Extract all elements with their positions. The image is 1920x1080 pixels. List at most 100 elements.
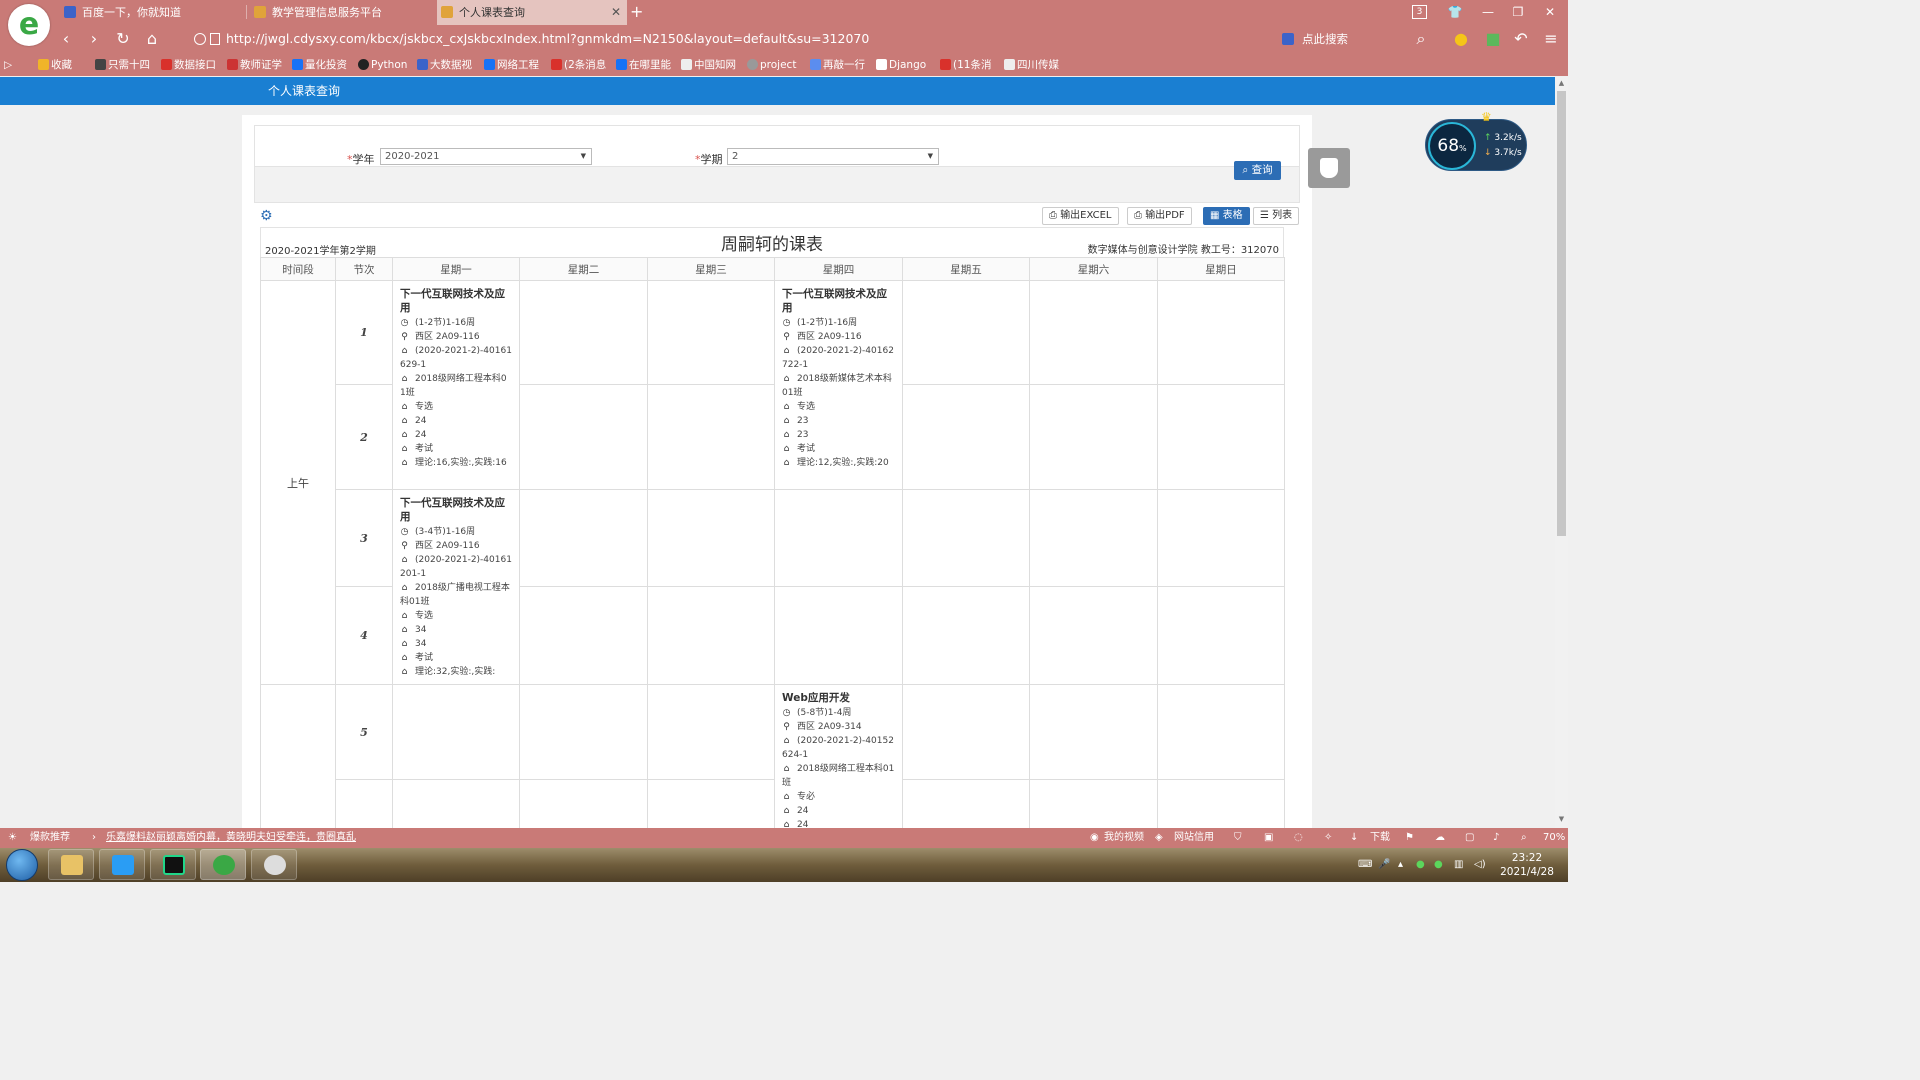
bookmark-item[interactable]: Python — [358, 54, 407, 76]
tray-app-icon[interactable]: ● — [1416, 848, 1425, 882]
bookmark-item[interactable]: 大数据视 — [417, 54, 472, 76]
term-select[interactable]: 2 ▼ — [727, 148, 939, 165]
export-pdf-button[interactable]: ⎙ 输出PDF — [1127, 207, 1192, 225]
course-count: ⌂ 24 — [782, 804, 895, 818]
year-select[interactable]: 2020-2021 ▼ — [380, 148, 592, 165]
download-button[interactable]: 下载 — [1370, 828, 1390, 848]
pycharm-icon — [163, 855, 185, 875]
keyboard-icon[interactable]: ⌨ — [1358, 848, 1372, 882]
apps-icon[interactable]: ■ — [1482, 28, 1504, 50]
start-button[interactable] — [6, 849, 38, 881]
bookmark-item[interactable]: 在哪里能 — [616, 54, 671, 76]
restore-icon[interactable]: ❐ — [1503, 0, 1533, 25]
bookmark-item[interactable]: 教师证学 — [227, 54, 282, 76]
course-cell-thu-1-2[interactable]: 下一代互联网技术及应用 ◷ (1-2节)1-16周 ⚲ 西区 2A09-116 ⌂(… — [774, 280, 903, 490]
course-type-text: 专选 — [797, 402, 816, 412]
course-cell-mon-1-2[interactable]: 下一代互联网技术及应用 ◷ (1-2节)1-16周 ⚲ 西区 2A09-116 ⌂(… — [392, 280, 520, 490]
bookmark-favorites[interactable]: 收藏 — [38, 54, 72, 76]
tab-count-badge[interactable]: 3 — [1412, 5, 1427, 19]
search-icon[interactable]: ⌕ — [1410, 28, 1432, 50]
flag-icon[interactable]: ⚑ — [1405, 828, 1414, 848]
news-ticker-link[interactable]: 乐嘉爆料赵丽颖离婚内幕，黄晓明夫妇受牵连，贵圈真乱 — [106, 828, 356, 848]
back-icon[interactable]: ‹ — [55, 28, 77, 50]
zoom-icon[interactable]: ⌕ — [1521, 828, 1527, 848]
volume-icon[interactable]: ◁) — [1474, 848, 1486, 882]
table-view-label: 表格 — [1222, 210, 1243, 221]
tab-baidu[interactable]: 百度一下，你就知道 — [60, 0, 250, 25]
course-cell-thu-5-6[interactable]: Web应用开发 ◷ (5-8节)1-4周 ⚲ 西区 2A09-314 ⌂ (2020-… — [774, 684, 903, 828]
speed-icon[interactable]: ◌ — [1294, 828, 1303, 848]
cloud-icon[interactable]: ☁ — [1435, 828, 1445, 848]
bookmark-item[interactable]: 数据接口 — [161, 54, 216, 76]
page-title[interactable]: 个人课表查询 — [268, 77, 340, 105]
shirt-icon[interactable]: 👕 — [1440, 0, 1470, 25]
new-tab-icon[interactable]: + — [630, 0, 643, 24]
my-video-button[interactable]: 我的视频 — [1104, 828, 1144, 848]
query-button[interactable]: ⌕ 查询 — [1234, 161, 1281, 180]
site-credit-button[interactable]: 网站信用 — [1174, 828, 1214, 848]
bookmark-item[interactable]: Django — [876, 54, 926, 76]
bookmark-item[interactable]: 四川传媒 — [1004, 54, 1059, 76]
taskbar-pycharm[interactable] — [150, 849, 196, 880]
bookmark-item[interactable]: (2条消息 — [551, 54, 606, 76]
empty-cell — [519, 779, 648, 828]
wechat-icon[interactable]: ● — [1434, 848, 1443, 882]
download-icon[interactable]: ↓ — [1350, 828, 1358, 848]
course-card[interactable]: 下一代互联网技术及应用 ◷ (1-2节)1-16周 ⚲ 西区 2A09-116 ⌂(… — [775, 281, 902, 470]
taskbar-explorer[interactable] — [48, 849, 94, 880]
bookmark-item[interactable]: 再敲一行 — [810, 54, 865, 76]
taskbar-app[interactable] — [99, 849, 145, 880]
browser-logo[interactable]: e — [8, 4, 50, 46]
network-icon[interactable]: ▥ — [1454, 848, 1463, 882]
undo-icon[interactable]: ↶ — [1510, 28, 1532, 50]
bookmark-item[interactable]: 网络工程 — [484, 54, 539, 76]
gear-icon[interactable]: ⚙ — [260, 208, 273, 224]
close-window-icon[interactable]: ✕ — [1535, 0, 1565, 25]
tools-icon[interactable]: ✧ — [1324, 828, 1332, 848]
course-card[interactable]: 下一代互联网技术及应用 ◷ (3-4节)1-16周 ⚲ 西区 2A09-116 ⌂(… — [393, 490, 519, 679]
refresh-icon[interactable]: ↻ — [112, 28, 134, 50]
bookmark-item[interactable]: 只需十四 — [95, 54, 150, 76]
forward-icon[interactable]: › — [83, 28, 105, 50]
bookmark-item[interactable]: project — [747, 54, 796, 76]
course-cell-mon-3-4[interactable]: 下一代互联网技术及应用 ◷ (3-4节)1-16周 ⚲ 西区 2A09-116 ⌂(… — [392, 489, 520, 685]
course-count-text: 24 — [415, 430, 427, 440]
bookmark-item[interactable]: 量化投资 — [292, 54, 347, 76]
table-view-button[interactable]: ▦ 表格 — [1203, 207, 1250, 225]
speaker-icon[interactable]: ♪ — [1493, 828, 1499, 848]
menu-icon[interactable]: ≡ — [1540, 28, 1562, 50]
course-card[interactable]: Web应用开发 ◷ (5-8节)1-4周 ⚲ 西区 2A09-314 ⌂ (2020-… — [775, 685, 902, 828]
home-icon[interactable]: ⌂ — [141, 28, 163, 50]
microphone-icon[interactable]: 🎤 — [1378, 848, 1390, 882]
course-room: ⚲ 西区 2A09-116 — [400, 330, 512, 344]
course-card[interactable]: 下一代互联网技术及应用 ◷ (1-2节)1-16周 ⚲ 西区 2A09-116 ⌂(… — [393, 281, 519, 470]
floating-widget-button[interactable] — [1308, 148, 1350, 188]
close-tab-icon[interactable]: ✕ — [611, 0, 621, 25]
tray-expand-icon[interactable]: ▴ — [1398, 848, 1403, 882]
list-view-button[interactable]: ☰ 列表 — [1253, 207, 1300, 225]
bookmarks-expand-icon[interactable]: ▷ — [4, 54, 12, 76]
tab-jwgl[interactable]: 教学管理信息服务平台 — [250, 0, 440, 25]
hot-recommend-label[interactable]: 爆款推荐 — [30, 828, 70, 848]
network-speed-widget[interactable]: 68% ♛ ↑ 3.2k/s ↓ 3.7k/s — [1425, 110, 1527, 171]
window-icon[interactable]: ▢ — [1465, 828, 1474, 848]
taskbar-browser[interactable] — [200, 849, 246, 880]
export-excel-button[interactable]: ⎙ 输出EXCEL — [1042, 207, 1119, 225]
url-input[interactable]: http://jwgl.cdysxy.com/kbcx/jskbcx_cxJsk… — [190, 28, 1270, 50]
tab-timetable[interactable]: 个人课表查询 ✕ — [437, 0, 627, 25]
coin-icon[interactable]: ● — [1450, 28, 1472, 50]
bookmark-item[interactable]: (11条消 — [940, 54, 991, 76]
home-icon: ⌂ — [783, 430, 790, 440]
scrollbar-thumb[interactable] — [1557, 91, 1566, 536]
screenshot-icon[interactable]: ▣ — [1264, 828, 1273, 848]
minimize-icon[interactable]: — — [1473, 0, 1503, 25]
vertical-scrollbar[interactable]: ▲ ▼ — [1555, 77, 1568, 828]
course-class: ⌂ 2018级广播电视工程本科01班 — [400, 581, 512, 609]
taskbar-clock[interactable]: 23:22 2021/4/28 — [1497, 851, 1557, 879]
zoom-level[interactable]: 70% — [1543, 828, 1565, 848]
scroll-up-icon[interactable]: ▲ — [1557, 79, 1566, 89]
scroll-down-icon[interactable]: ▼ — [1557, 815, 1566, 825]
security-shield-icon[interactable]: ⛉ — [1234, 828, 1242, 848]
bookmark-item[interactable]: 中国知网 — [681, 54, 736, 76]
taskbar-paint[interactable] — [251, 849, 297, 880]
